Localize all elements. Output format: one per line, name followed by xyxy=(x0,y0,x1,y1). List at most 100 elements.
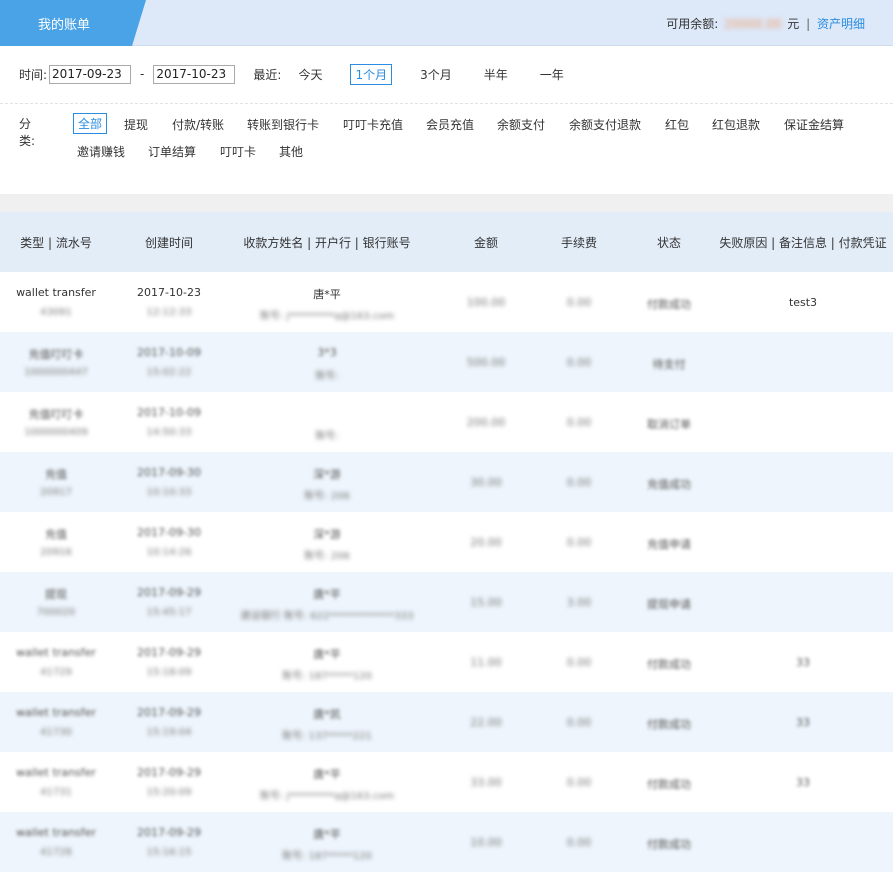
row-time: 15:02:22 xyxy=(146,367,192,378)
row-status: 充值申请 xyxy=(647,538,691,551)
category-deposit-settle[interactable]: 保证金结算 xyxy=(780,115,848,134)
row-date: 2017-09-29 xyxy=(137,766,201,779)
filter-panel: 时间: - 最近: 今天 1个月 3个月 半年 一年 分类: 全部 提现 付款/… xyxy=(0,46,893,194)
category-payment-transfer[interactable]: 付款/转账 xyxy=(168,115,228,134)
row-date: 2017-09-30 xyxy=(137,466,201,479)
row-type: wallet transfer xyxy=(16,646,96,659)
row-amount: 30.00 xyxy=(470,476,502,489)
category-member-topup[interactable]: 会员充值 xyxy=(422,115,478,134)
tab-my-bill[interactable]: 我的账单 xyxy=(0,0,150,46)
column-created-time: 创建时间 xyxy=(144,236,194,250)
category-card-topup[interactable]: 叮叮卡充值 xyxy=(339,115,407,134)
category-all[interactable]: 全部 xyxy=(73,113,108,134)
table-row[interactable]: wallet transfer 43091 2017-10-23 12:12:33 唐*… xyxy=(0,272,893,332)
row-time: 10:10:33 xyxy=(146,487,192,498)
category-red-packet-refund[interactable]: 红包退款 xyxy=(708,115,764,134)
table-header: 类型 | 流水号 创建时间 收款方姓名 | 开户行 | 银行账号 金额 手续费 … xyxy=(0,212,893,272)
row-type: wallet transfer xyxy=(16,766,96,779)
row-status: 充值成功 xyxy=(647,478,691,491)
row-payee-account: 账号: 187*****120 xyxy=(282,671,372,682)
row-serial: 41729 xyxy=(40,667,72,678)
table-row[interactable]: wallet transfer 41731 2017-09-29 15:20:09 唐*… xyxy=(0,752,893,812)
row-payee-account: 账号: 206 xyxy=(304,491,350,502)
date-to-input[interactable] xyxy=(153,64,236,84)
range-half-year[interactable]: 半年 xyxy=(480,65,512,84)
row-serial: 41728 xyxy=(40,847,72,858)
category-other[interactable]: 其他 xyxy=(275,142,307,161)
balance-area: 可用余额: 20000.00 元 | 资产明细 xyxy=(666,15,865,32)
range-today[interactable]: 今天 xyxy=(294,65,326,84)
row-time: 15:19:04 xyxy=(146,727,192,738)
column-type-serial: 类型 | 流水号 xyxy=(20,236,92,250)
row-amount: 10.00 xyxy=(470,836,502,849)
category-balance-refund[interactable]: 余额支付退款 xyxy=(565,115,645,134)
row-fee: 0.00 xyxy=(566,356,592,369)
row-payee-account: 账号: xyxy=(315,431,339,442)
column-amount: 金额 xyxy=(473,236,499,250)
table-row[interactable]: wallet transfer 41729 2017-09-29 15:18:09 唐*… xyxy=(0,632,893,692)
asset-detail-link[interactable]: 资产明细 xyxy=(817,17,865,31)
date-separator: - xyxy=(140,67,145,81)
page-header: 我的账单 可用余额: 20000.00 元 | 资产明细 xyxy=(0,0,893,46)
table-row[interactable]: wallet transfer 41730 2017-09-29 15:19:04 唐*… xyxy=(0,692,893,752)
column-notes: 失败原因 | 备注信息 | 付款凭证 xyxy=(719,236,887,250)
category-balance-pay[interactable]: 余额支付 xyxy=(493,115,549,134)
row-status: 付款成功 xyxy=(647,658,691,671)
row-serial: 41731 xyxy=(40,787,72,798)
row-payee-name: 唐*平 xyxy=(313,588,341,601)
row-payee-account: 账号: xyxy=(315,371,339,382)
row-date: 2017-09-29 xyxy=(137,826,201,839)
row-status: 取消订单 xyxy=(647,418,691,431)
category-bank-transfer[interactable]: 转账到银行卡 xyxy=(243,115,323,134)
row-type: wallet transfer xyxy=(16,826,96,839)
row-fee: 0.00 xyxy=(566,776,592,789)
row-fee: 0.00 xyxy=(566,476,592,489)
time-filter-row: 时间: - 最近: 今天 1个月 3个月 半年 一年 xyxy=(19,63,592,85)
column-status: 状态 xyxy=(656,236,682,250)
row-type: 充值 xyxy=(45,468,67,481)
row-time: 12:12:33 xyxy=(146,307,192,318)
date-from-input[interactable] xyxy=(49,64,132,84)
row-fee: 0.00 xyxy=(566,836,592,849)
range-one-year[interactable]: 一年 xyxy=(536,65,568,84)
table-row[interactable]: 充值叮叮卡 1000000447 2017-10-09 15:02:22 3*3 账号: 5… xyxy=(0,332,893,392)
row-serial: 41730 xyxy=(40,727,72,738)
row-fee: 0.00 xyxy=(566,656,592,669)
row-payee-name: 唐*凯 xyxy=(313,708,341,721)
row-serial: 20917 xyxy=(40,487,72,498)
row-amount: 11.00 xyxy=(470,656,502,669)
table-row[interactable]: 充值 20917 2017-09-30 10:10:33 深*游账号: 206 30.00… xyxy=(0,452,893,512)
balance-label: 可用余额: xyxy=(666,17,719,31)
header-separator: | xyxy=(806,17,811,31)
category-dingding-card[interactable]: 叮叮卡 xyxy=(216,142,260,161)
category-order-settle[interactable]: 订单结算 xyxy=(144,142,200,161)
row-payee-name: 深*游 xyxy=(313,468,341,481)
range-1-month[interactable]: 1个月 xyxy=(350,63,393,85)
table-row[interactable]: 充值叮叮卡 1000000409 2017-10-09 14:50:33 账号: 200.… xyxy=(0,392,893,452)
row-serial: 1000000409 xyxy=(24,427,88,438)
category-invite[interactable]: 邀请赚钱 xyxy=(73,142,129,161)
column-payee: 收款方姓名 | 开户行 | 银行账号 xyxy=(243,236,411,250)
table-row[interactable]: 充值 20916 2017-09-30 10:14:26 深*游 账号: 206 20.00… xyxy=(0,512,893,572)
table-row[interactable]: wallet transfer 41728 2017-09-29 15:16:15 唐*… xyxy=(0,812,893,872)
row-payee-name: 唐*平 xyxy=(313,828,341,841)
row-payee-account: 建设银行 账号: 622*************333 xyxy=(240,611,414,622)
row-payee-account: 账号: 137*****221 xyxy=(282,731,372,742)
column-fee: 手续费 xyxy=(560,236,598,250)
row-payee-name: 唐*平 xyxy=(313,288,341,301)
row-date: 2017-10-23 xyxy=(137,286,201,299)
row-payee-account: 账号: 187*****120 xyxy=(282,851,372,862)
table-row[interactable]: 提现 700020 2017-09-29 15:45:17 唐*平 建设银行 账号: 62… xyxy=(0,572,893,632)
row-serial: 700020 xyxy=(36,607,76,618)
filter-divider xyxy=(0,103,893,104)
row-date: 2017-09-30 xyxy=(137,526,201,539)
range-3-months[interactable]: 3个月 xyxy=(416,65,456,84)
row-type: 提现 xyxy=(45,588,67,601)
row-payee-account: 账号: 206 xyxy=(304,551,350,562)
category-red-packet[interactable]: 红包 xyxy=(661,115,693,134)
row-payee-name: 深*游 xyxy=(313,528,341,541)
category-withdraw[interactable]: 提现 xyxy=(120,115,152,134)
row-time: 15:18:09 xyxy=(146,667,192,678)
row-type: 充值叮叮卡 xyxy=(28,408,84,421)
row-date: 2017-09-29 xyxy=(137,586,201,599)
